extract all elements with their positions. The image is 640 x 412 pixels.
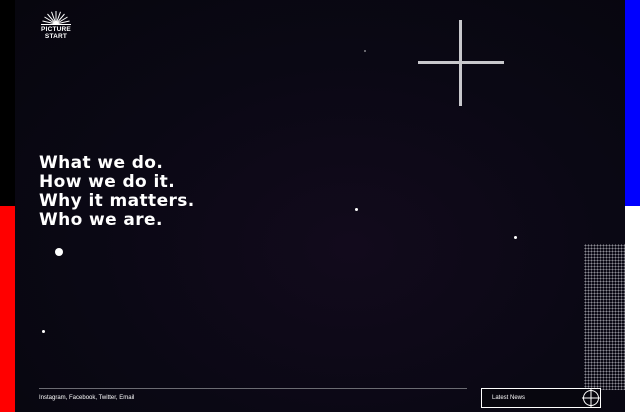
left-red-strip (0, 206, 15, 412)
right-blue-strip (625, 0, 640, 206)
dot-grid-decoration (584, 244, 625, 390)
headline-line-who[interactable]: Who we are. (39, 211, 195, 230)
hero-panel: PICTURE START What we do. How we do it. … (15, 0, 625, 412)
star-dot (355, 208, 358, 211)
headline: What we do. How we do it. Why it matters… (39, 154, 195, 230)
logo-text-line1: PICTURE (41, 26, 71, 33)
logo-text-line2: START (44, 33, 68, 40)
star-dot (55, 248, 63, 256)
star-dot (364, 50, 366, 52)
right-white-strip (625, 206, 640, 412)
headline-line-how[interactable]: How we do it. (39, 173, 195, 192)
social-links[interactable]: Instagram, Facebook, Twitter, Email (39, 394, 134, 402)
logo[interactable]: PICTURE START (39, 10, 73, 40)
page: PICTURE START What we do. How we do it. … (0, 0, 640, 412)
crosshair-circle-icon[interactable] (582, 389, 600, 407)
sunburst-icon (41, 11, 71, 25)
star-dot (514, 236, 517, 239)
footer-divider (39, 388, 467, 389)
star-dot (42, 330, 45, 333)
left-black-strip (0, 0, 15, 206)
headline-line-what[interactable]: What we do. (39, 154, 195, 173)
crosshair-decoration (418, 20, 504, 106)
headline-line-why[interactable]: Why it matters. (39, 192, 195, 211)
